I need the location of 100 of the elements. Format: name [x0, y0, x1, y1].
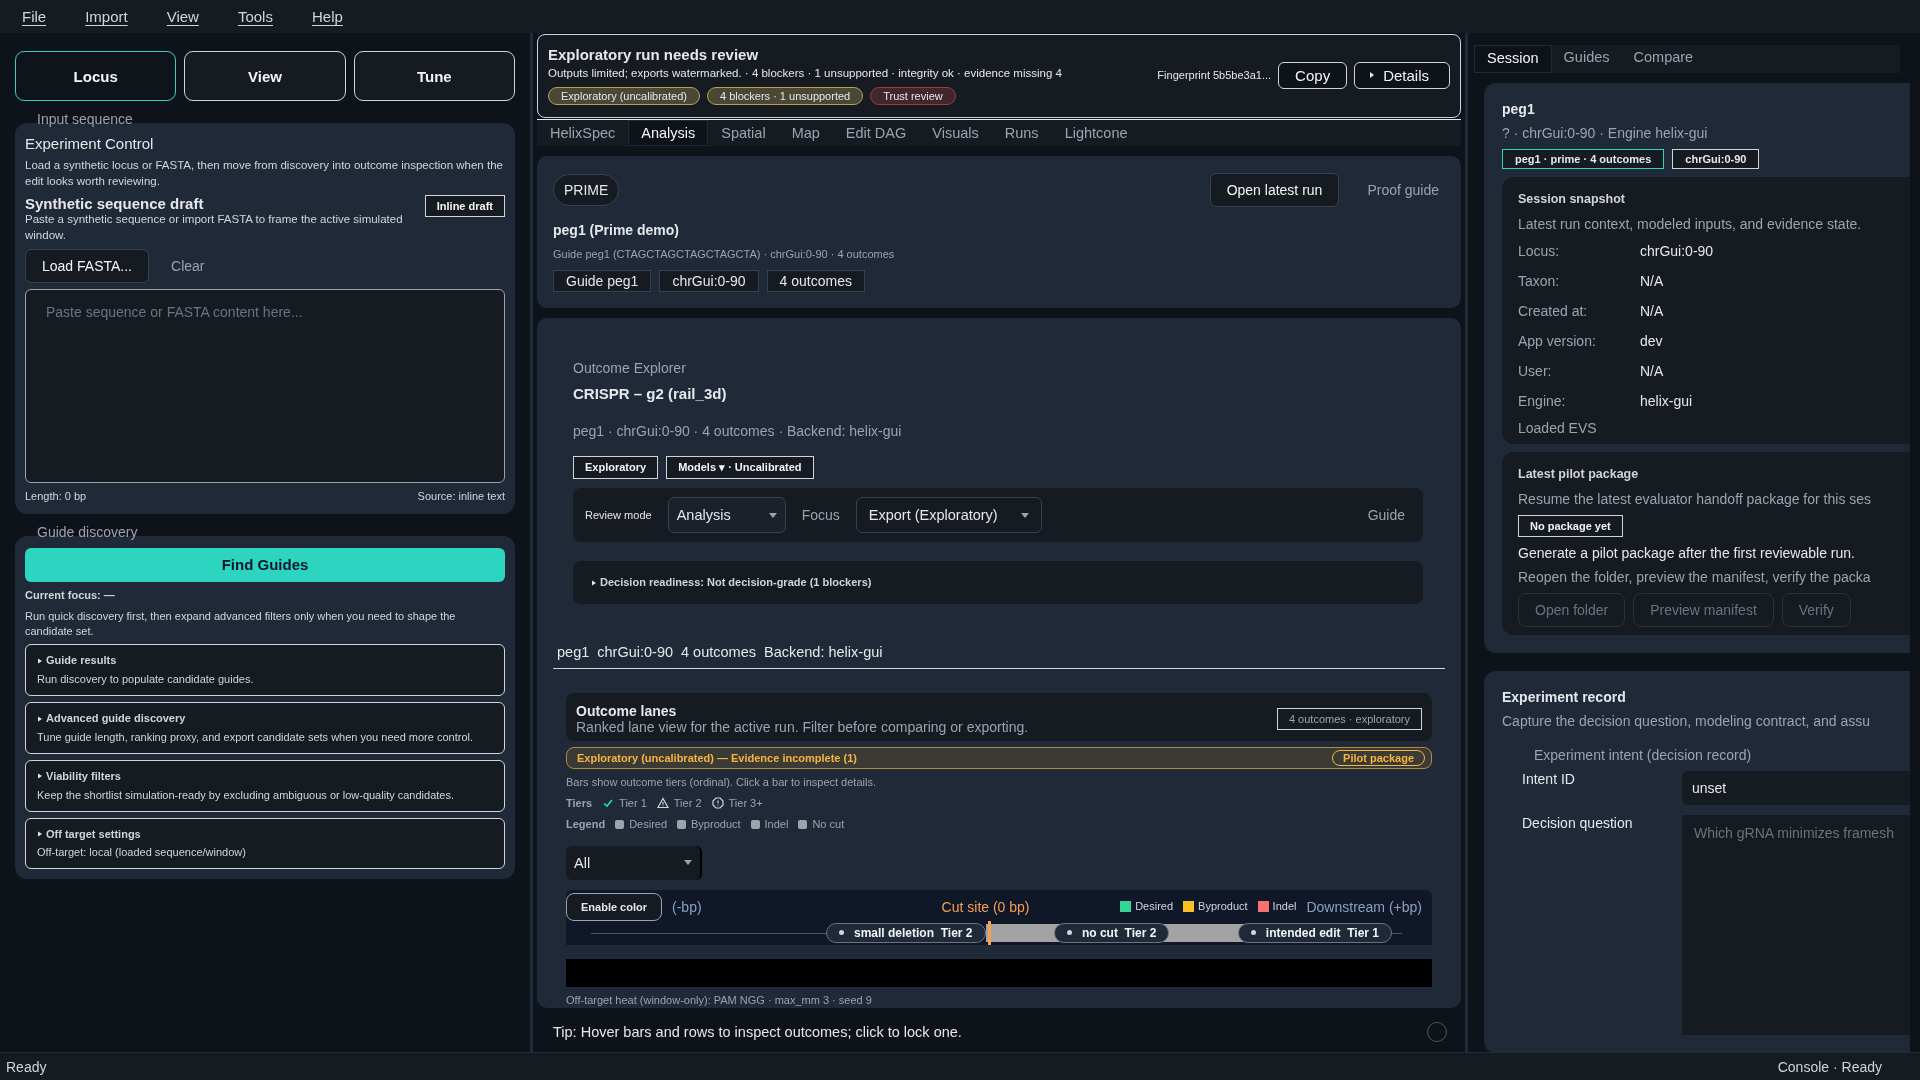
section-legend: Guide discovery	[37, 523, 138, 540]
menu-item[interactable]: Import	[85, 8, 128, 25]
decision-question-field[interactable]: Which gRNA minimizes framesh	[1682, 814, 1910, 1035]
pilot-title: Latest pilot package	[1518, 465, 1640, 483]
panel-title: Experiment Control	[25, 135, 155, 152]
package-action-button[interactable]: Preview manifest	[1633, 592, 1774, 627]
lanes-hint: Bars show outcome tiers (ordinal). Click a bar to inspect details.	[566, 775, 877, 791]
menu-item[interactable]: View	[166, 8, 199, 25]
tip-text: Tip: Hover bars and rows to inspect outcomes; click to lock one.	[553, 1023, 962, 1040]
outcome-pill[interactable]: small deletion Tier 2	[826, 922, 986, 943]
focus-label: Focus	[801, 507, 840, 524]
open-latest-run-button[interactable]: Open latest run	[1209, 172, 1340, 207]
side-tab[interactable]: Session	[1474, 45, 1552, 73]
info-chip: chrGui:0-90	[659, 270, 759, 293]
hint-text: Run quick discovery first, then expand advanced filters only when you need to shape the candidate set.	[25, 608, 457, 639]
length-text: Length: 0 bp	[25, 489, 87, 504]
section-text: Run discovery to populate candidate guides.	[37, 672, 255, 688]
menu-item[interactable]: Help	[311, 8, 343, 25]
current-focus-text: Current focus: —	[25, 587, 116, 603]
intent-id-field[interactable]: unset	[1682, 770, 1910, 805]
mode-tag[interactable]: Exploratory	[573, 456, 659, 480]
field-value: N/A	[1640, 272, 1665, 289]
legend-swatch	[750, 819, 760, 829]
package-action-button[interactable]: Verify	[1781, 592, 1851, 627]
clear-button[interactable]: Clear	[165, 254, 211, 279]
menu-item[interactable]: File	[22, 8, 47, 25]
field-value: dev	[1640, 332, 1664, 349]
section-text: Keep the shortlist simulation-ready by excluding ambiguous or low-quality candidates.	[37, 787, 455, 803]
menu-item[interactable]: Tools	[237, 8, 273, 25]
filter-dropdown[interactable]: All	[566, 845, 702, 880]
status-badge: Trust review	[870, 86, 956, 105]
pilot-package-button[interactable]: Pilot package	[1332, 750, 1425, 767]
copy-button[interactable]: Copy	[1278, 61, 1348, 89]
caret-icon	[1369, 71, 1376, 80]
mode-tag[interactable]: Models ▾ · Uncalibrated	[666, 456, 814, 480]
load-fasta-button[interactable]: Load FASTA...	[25, 249, 149, 284]
section-tab[interactable]: Runs	[991, 119, 1052, 146]
pilot-hint: Reopen the folder, preview the manifest, verify the packa	[1518, 568, 1872, 585]
section-tab[interactable]: Map	[778, 119, 833, 146]
tier-label: Tier 1	[619, 796, 647, 811]
outcome-pill[interactable]: intended edit Tier 1	[1237, 922, 1392, 943]
check-icon	[602, 797, 615, 810]
guide-button[interactable]: Guide	[1361, 503, 1411, 528]
review-mode-dropdown[interactable]: Analysis	[667, 497, 786, 534]
tier-label: Tier 2	[673, 796, 702, 811]
fingerprint-text: Fingerprint 5b5be3a1...	[1157, 67, 1272, 83]
side-tab[interactable]: Compare	[1621, 45, 1706, 73]
sequence-input-field[interactable]: Paste sequence or FASTA content here...	[25, 289, 505, 484]
legend-swatch	[615, 819, 625, 829]
banner-summary: Outputs limited; exports watermarked. · 4 blockers · 1 unsupported · integrity ok · evidence missing 4	[548, 66, 1063, 81]
section-tab[interactable]: Lightcone	[1051, 119, 1141, 146]
section-title: Advanced guide discovery	[46, 711, 186, 726]
mode-tab[interactable]: View	[184, 51, 346, 101]
cut-site-marker	[988, 920, 991, 945]
section-tab[interactable]: Visuals	[919, 119, 992, 146]
enable-color-button[interactable]: Enable color	[566, 892, 663, 921]
field-label: Engine:	[1518, 392, 1567, 409]
mode-tab[interactable]: Locus	[15, 51, 177, 101]
banner-title: Exploratory run needs review	[548, 46, 760, 63]
collapsible-section[interactable]: Guide results Run discovery to populate candidate guides.	[25, 644, 505, 697]
field-label: User:	[1518, 362, 1553, 379]
status-badge: Exploratory (uncalibrated)	[548, 86, 700, 105]
find-guides-button[interactable]: Find Guides	[25, 547, 505, 582]
details-button[interactable]: Details	[1354, 61, 1450, 89]
alert-icon	[711, 797, 724, 810]
collapsible-section[interactable]: Advanced guide discovery Tune guide length, ranking proxy, and export candidate sets when you need more control.	[25, 702, 505, 754]
warning-icon	[656, 797, 669, 810]
intent-legend: Experiment intent (decision record)	[1534, 746, 1910, 763]
collapsible-section[interactable]: Off target settings Off-target: local (loaded sequence/window)	[25, 817, 505, 870]
side-tab[interactable]: Guides	[1551, 45, 1622, 73]
session-chip[interactable]: peg1 · prime · 4 outcomes	[1502, 149, 1665, 169]
snapshot-description: Latest run context, modeled inputs, and evidence state.	[1518, 215, 1863, 232]
explorer-meta: peg1 · chrGui:0-90 · 4 outcomes · Backend: helix-gui	[573, 423, 903, 440]
summary-item: chrGui:0-90	[597, 644, 674, 661]
package-action-button[interactable]: Open folder	[1518, 592, 1626, 627]
package-badge: No package yet	[1518, 514, 1623, 537]
field-label: App version:	[1518, 332, 1597, 349]
outcome-pill[interactable]: no cut Tier 2	[1053, 922, 1170, 943]
dropdown-arrow-icon	[768, 512, 777, 518]
proof-guide-button[interactable]: Proof guide	[1361, 177, 1445, 202]
legend-item: Desired	[629, 816, 668, 832]
snapshot-title: Session snapshot	[1518, 191, 1626, 208]
session-meta: ? · chrGui:0-90 · Engine helix-gui	[1502, 125, 1709, 141]
collapsible-section[interactable]: Viability filters Keep the shortlist simulation-ready by excluding ambiguous or low-quality candidates.	[25, 759, 505, 812]
status-badge: 4 blockers · 1 unsupported	[706, 86, 864, 105]
upstream-label: (-bp)	[672, 898, 702, 915]
footnote-text: Off-target heat (window-only): PAM NGG · max_mm 3 · seed 9	[566, 992, 873, 1008]
section-tab[interactable]: HelixSpec	[537, 119, 629, 146]
session-chip[interactable]: chrGui:0-90	[1672, 149, 1760, 169]
section-tab[interactable]: Analysis	[628, 119, 709, 146]
decision-readiness-row[interactable]: Decision readiness: Not decision-grade (1 blockers)	[573, 561, 1423, 605]
mode-tab[interactable]: Tune	[353, 51, 515, 101]
section-tab[interactable]: Edit DAG	[832, 119, 920, 146]
focus-dropdown[interactable]: Export (Exploratory)	[855, 497, 1042, 534]
section-tab[interactable]: Spatial	[708, 119, 779, 146]
downstream-label: Downstream (+bp)	[1306, 898, 1422, 915]
guide-subtitle: Guide peg1 (CTAGCTAGCTAGCTAGCTA) · chrGui:0-90 · 4 outcomes	[553, 246, 896, 262]
key-label: Desired	[1135, 899, 1174, 915]
cut-site-label: Cut site (0 bp)	[941, 898, 1030, 915]
record-description: Capture the decision question, modeling contract, and assu	[1502, 712, 1872, 729]
